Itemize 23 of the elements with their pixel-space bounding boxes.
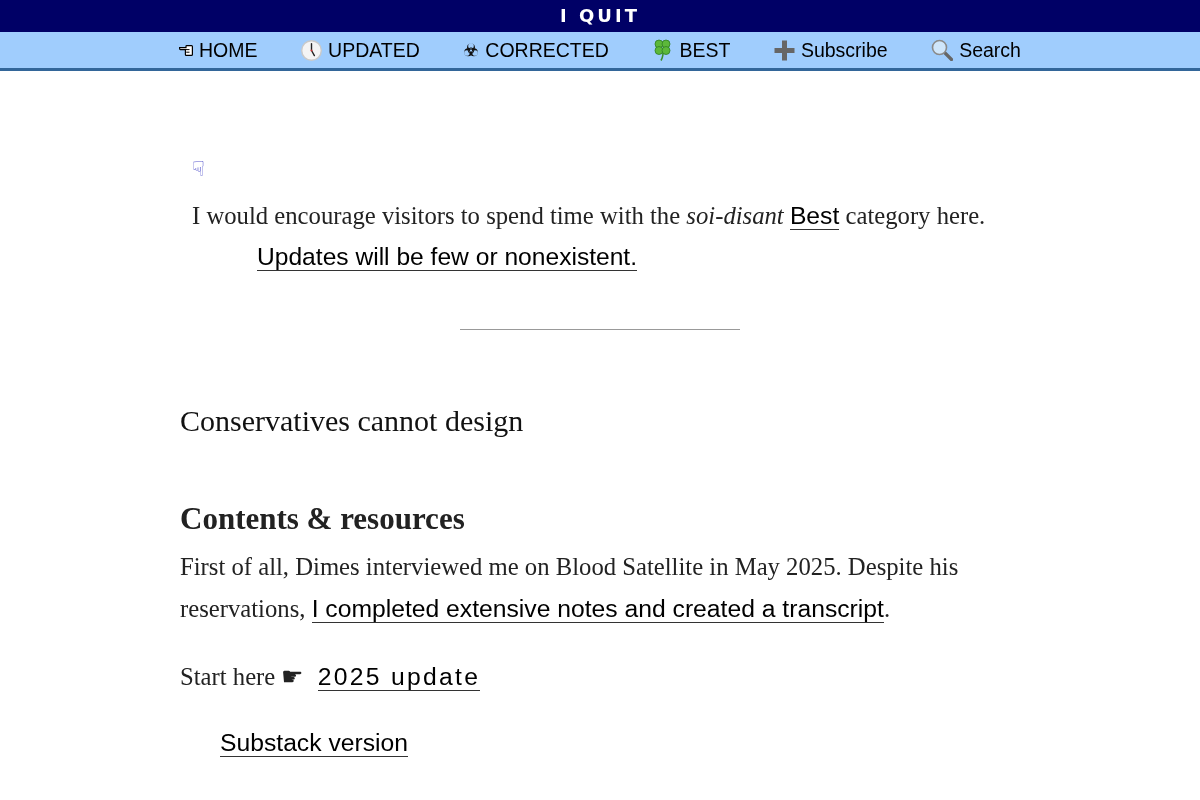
pointing-hand-icon: ☟ — [192, 157, 208, 181]
clock-icon — [301, 39, 323, 61]
body-paragraph: First of all, Dimes interviewed me on Blood Satellite in May 2025. Despite his reservations, I completed extensive notes and created a transcript. — [180, 552, 960, 626]
nav-link[interactable]: CORRECTED — [463, 38, 609, 62]
section-heading: Contents & resources — [180, 500, 466, 538]
clover-icon — [652, 39, 674, 61]
nav-link[interactable]: BEST — [652, 38, 731, 62]
transcript-link[interactable]: I completed extensive notes and created a transcript — [311, 595, 884, 624]
start-here-text: Start here ☛ 2025 update — [180, 662, 482, 694]
pointing-hand-icon — [179, 44, 193, 56]
headline-text: Conservatives cannot design — [180, 403, 525, 439]
best-link[interactable]: Best — [789, 202, 840, 231]
nav-link[interactable]: Search — [931, 38, 1021, 62]
update-link[interactable]: 2025 update — [317, 663, 481, 692]
updates-link[interactable]: Updates will be few or nonexistent. — [257, 243, 638, 272]
nav-link[interactable]: Subscribe — [773, 38, 888, 62]
plus-icon — [773, 39, 795, 61]
intro-paragraph: I would encourage visitors to spend time with the soi-disant Best category here. — [192, 201, 987, 233]
nav-link[interactable]: HOME — [179, 38, 258, 62]
search-icon — [931, 39, 954, 61]
nav-link[interactable]: UPDATED — [301, 38, 420, 62]
site-title[interactable]: I QUIT — [560, 5, 640, 27]
substack-link[interactable]: Substack version — [220, 729, 408, 758]
